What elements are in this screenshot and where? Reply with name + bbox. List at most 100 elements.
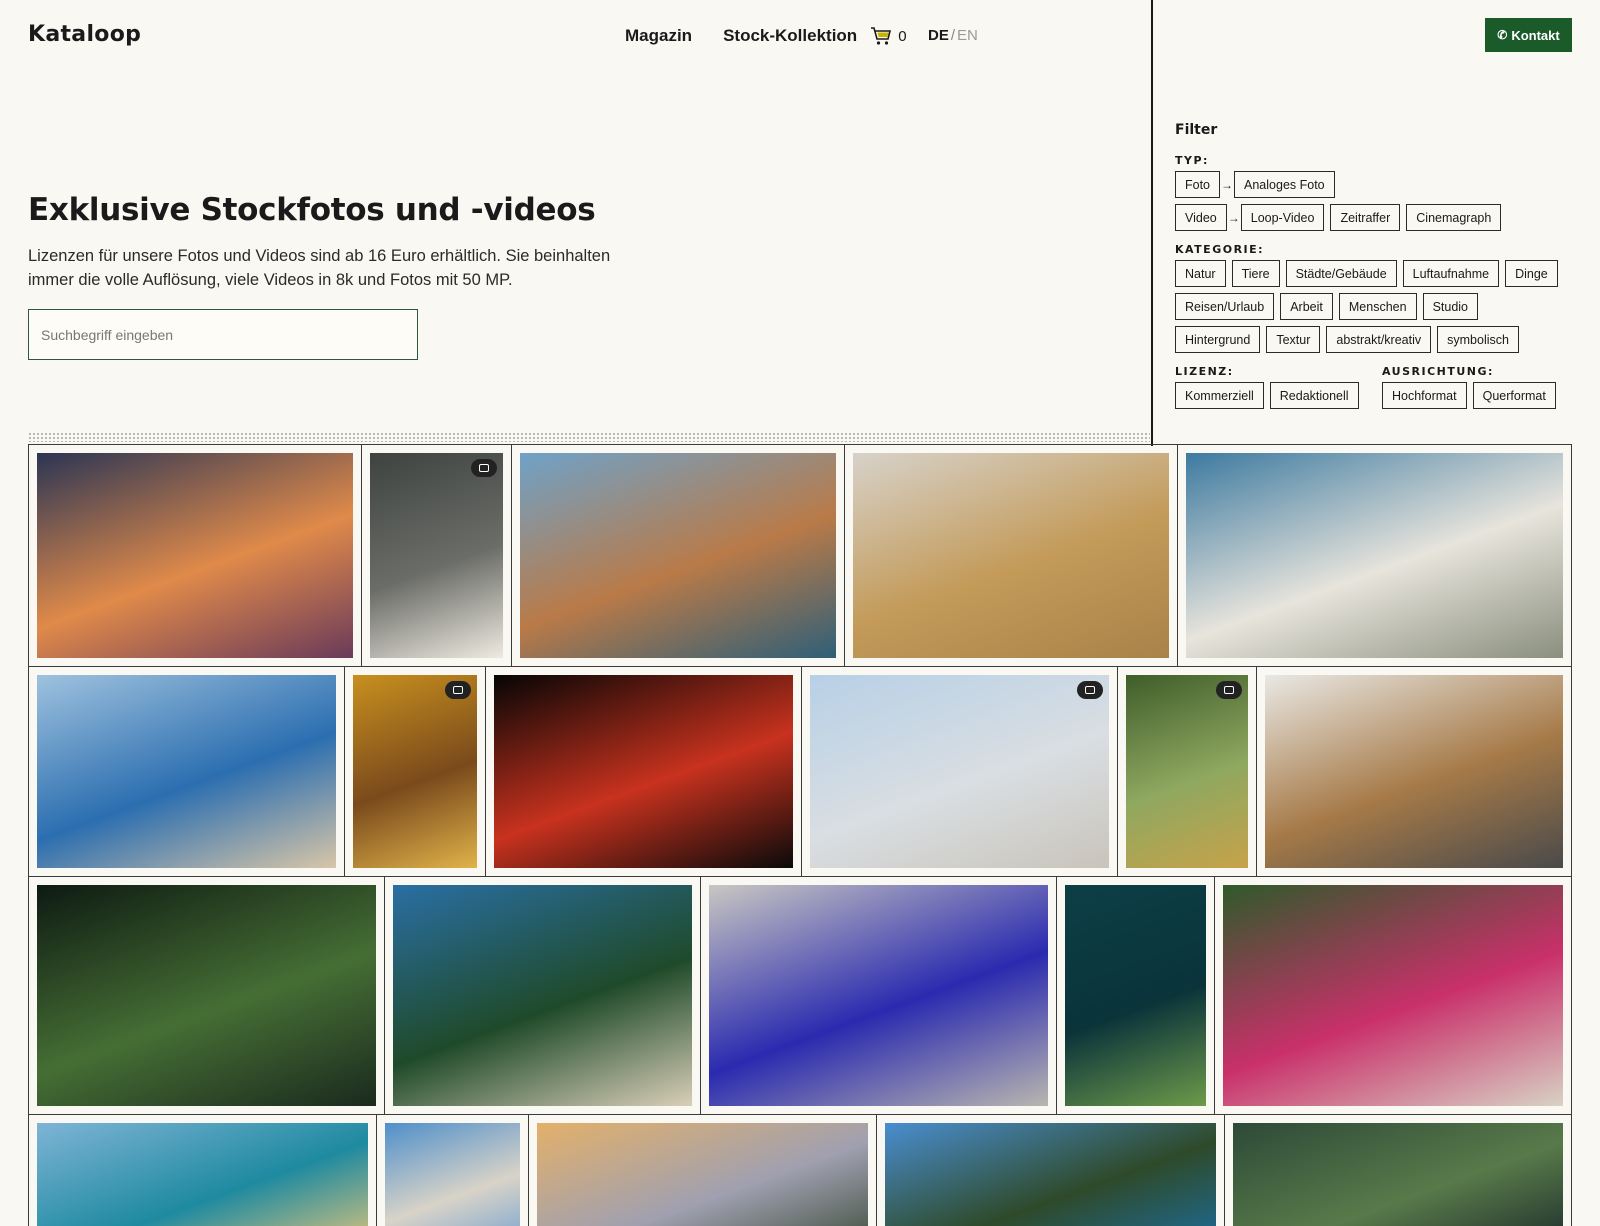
filter-chip-querformat[interactable]: Querformat	[1472, 382, 1556, 409]
filter-chip-menschen[interactable]: Menschen	[1338, 293, 1417, 320]
gallery-row	[28, 1115, 1572, 1226]
photo-tomatoes-water[interactable]	[494, 675, 793, 868]
gallery-cell	[801, 667, 1117, 876]
main-nav: Magazin Stock-Kollektion 0	[625, 26, 907, 46]
gallery-cell	[1256, 667, 1572, 876]
photo-kayak-deep-water[interactable]	[1065, 885, 1206, 1106]
gallery-cell	[28, 667, 344, 876]
gallery-cell	[1117, 667, 1256, 876]
filter-chip-reisen[interactable]: Reisen/Urlaub	[1175, 293, 1275, 320]
cart-button[interactable]: 0	[870, 26, 907, 46]
filter-lizenz-ausrichtung: LIZENZ: Kommerziell Redaktionell AUSRICH…	[1175, 365, 1575, 415]
arrow-right-icon: →	[1221, 177, 1234, 192]
photo-notebook-laptop[interactable]	[1265, 675, 1563, 868]
video-badge-icon	[1077, 681, 1103, 699]
photo-beach-umbrellas[interactable]	[37, 675, 336, 868]
contact-label: Kontakt	[1511, 27, 1560, 43]
photo-aerial-sandbar[interactable]	[1186, 453, 1563, 658]
gallery-cell	[844, 445, 1177, 666]
lang-separator: /	[950, 27, 956, 44]
gallery-row	[28, 445, 1572, 667]
filter-chip-dinge[interactable]: Dinge	[1505, 260, 1558, 287]
filter-typ: TYP: Foto → Analoges Foto Video → Loop-V…	[1175, 154, 1575, 231]
filter-chip-analoges-foto[interactable]: Analoges Foto	[1234, 171, 1335, 198]
page-title: Exklusive Stockfotos und -videos	[28, 192, 596, 228]
filter-chip-kommerziell[interactable]: Kommerziell	[1175, 382, 1264, 409]
video-badge-icon	[445, 681, 471, 699]
nav-magazin-link[interactable]: Magazin	[625, 26, 692, 46]
photo-water-lilies[interactable]	[37, 885, 376, 1106]
filter-chip-tiere[interactable]: Tiere	[1231, 260, 1280, 287]
filter-chip-zeitraffer[interactable]: Zeitraffer	[1330, 204, 1401, 231]
gallery-cell	[876, 1115, 1224, 1226]
gallery-cell	[700, 877, 1056, 1114]
gallery-cell	[1224, 1115, 1572, 1226]
photo-monument-sky[interactable]	[385, 1123, 520, 1226]
filter-chip-foto[interactable]: Foto	[1175, 171, 1221, 198]
dotted-divider	[28, 432, 1150, 442]
filter-lizenz: LIZENZ: Kommerziell Redaktionell	[1175, 365, 1382, 415]
gallery-row	[28, 667, 1572, 877]
filter-chip-hintergrund[interactable]: Hintergrund	[1175, 326, 1261, 353]
filter-typ-heading: TYP:	[1175, 154, 1209, 167]
filter-chip-loop-video[interactable]: Loop-Video	[1240, 204, 1325, 231]
photo-sandy-beach-sea[interactable]	[37, 1123, 368, 1226]
contact-button[interactable]: ✆ Kontakt	[1485, 18, 1572, 52]
filter-chip-natur[interactable]: Natur	[1175, 260, 1226, 287]
filter-chip-hochformat[interactable]: Hochformat	[1382, 382, 1467, 409]
filter-chip-studio[interactable]: Studio	[1422, 293, 1479, 320]
phone-icon: ✆	[1497, 28, 1508, 42]
filter-ausrichtung-heading: AUSRICHTUNG:	[1382, 365, 1494, 378]
filter-chip-staedte[interactable]: Städte/Gebäude	[1285, 260, 1397, 287]
filter-chip-luftaufnahme[interactable]: Luftaufnahme	[1402, 260, 1500, 287]
arrow-right-icon: →	[1227, 210, 1240, 225]
gallery-cell	[1056, 877, 1214, 1114]
gallery-cell	[344, 667, 485, 876]
gallery-cell	[28, 1115, 376, 1226]
vertical-divider	[1151, 0, 1153, 446]
gallery-cell	[28, 877, 384, 1114]
photo-foggy-skyscrapers[interactable]	[370, 453, 503, 658]
gallery-cell	[528, 1115, 876, 1226]
photo-green-plant[interactable]	[1126, 675, 1248, 868]
filter-title: Filter	[1175, 122, 1218, 138]
filter-chip-textur[interactable]: Textur	[1266, 326, 1321, 353]
photo-sunset-coastline[interactable]	[537, 1123, 868, 1226]
filter-chip-redaktionell[interactable]: Redaktionell	[1269, 382, 1359, 409]
photo-bicycle-coast[interactable]	[520, 453, 836, 658]
nav-stock-collection-link[interactable]: Stock-Kollektion	[723, 26, 857, 46]
gallery-cell	[485, 667, 801, 876]
photo-rainbow-circle-screen[interactable]	[709, 885, 1048, 1106]
photo-aerial-island-coast[interactable]	[393, 885, 692, 1106]
cart-count: 0	[898, 27, 907, 45]
filter-chip-arbeit[interactable]: Arbeit	[1280, 293, 1333, 320]
gallery-cell	[28, 445, 361, 666]
video-badge-icon	[1216, 681, 1242, 699]
filter-chip-symbolisch[interactable]: symbolisch	[1437, 326, 1519, 353]
gallery-cell	[376, 1115, 528, 1226]
gallery-row	[28, 877, 1572, 1115]
lang-de[interactable]: DE	[928, 27, 949, 44]
lang-en[interactable]: EN	[957, 27, 978, 44]
video-badge-icon	[471, 459, 497, 477]
photo-peacock[interactable]	[1233, 1123, 1563, 1226]
photo-sunset-clouds-village[interactable]	[37, 453, 353, 658]
photo-oleander-path[interactable]	[1223, 885, 1563, 1106]
photo-gallery	[28, 444, 1572, 1226]
filter-chip-video[interactable]: Video	[1175, 204, 1227, 231]
filter-chip-abstrakt[interactable]: abstrakt/kreativ	[1326, 326, 1432, 353]
photo-beach-swimmers[interactable]	[810, 675, 1109, 868]
gallery-cell	[1177, 445, 1572, 666]
filter-kategorie: KATEGORIE: Natur Tiere Städte/Gebäude Lu…	[1175, 243, 1575, 353]
logo[interactable]: Kataloop	[28, 22, 141, 47]
gallery-cell	[511, 445, 844, 666]
photo-sea-foam-sand[interactable]	[853, 453, 1169, 658]
filter-panel: Filter TYP: Foto → Analoges Foto Video →…	[1175, 122, 1575, 415]
cart-icon	[871, 27, 892, 45]
language-switcher: DE / EN	[928, 27, 978, 44]
search-input[interactable]	[28, 309, 418, 360]
photo-pitons-mountain[interactable]	[885, 1123, 1216, 1226]
photo-autumn-birch[interactable]	[353, 675, 477, 868]
filter-chip-cinemagraph[interactable]: Cinemagraph	[1406, 204, 1502, 231]
gallery-cell	[1214, 877, 1572, 1114]
